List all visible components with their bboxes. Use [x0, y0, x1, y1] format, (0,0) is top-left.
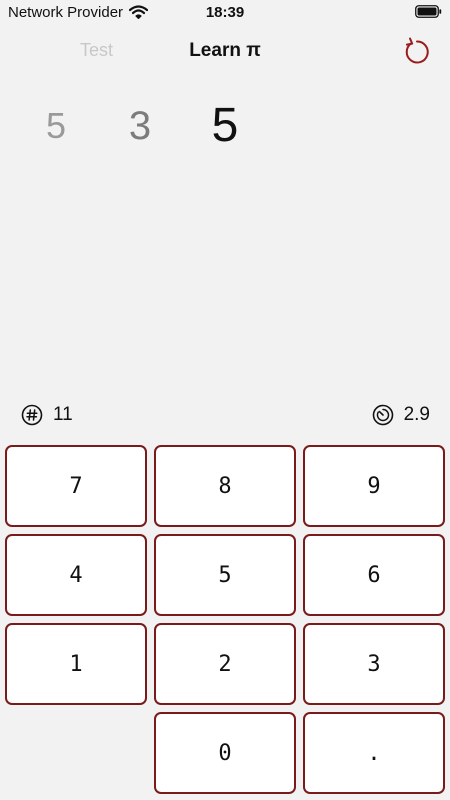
digits-display: 5 3 5: [0, 98, 450, 158]
app-screen: Network Provider 18:39 Test Learn π 5 3 …: [0, 0, 450, 800]
key-6[interactable]: 6: [303, 534, 445, 616]
current-digit: 5: [211, 99, 239, 152]
timer-icon: [372, 404, 393, 426]
key-4[interactable]: 4: [5, 534, 147, 616]
navigation-bar: Test Learn π: [0, 30, 450, 74]
elapsed-time: 2.9: [372, 402, 430, 428]
digit-count-value: 11: [53, 404, 73, 425]
key-7[interactable]: 7: [5, 445, 147, 527]
key-decimal-point[interactable]: .: [303, 712, 445, 794]
previous-digit-2: 5: [45, 105, 67, 146]
key-3[interactable]: 3: [303, 623, 445, 705]
status-time: 18:39: [205, 4, 245, 21]
number-sign-circle-icon: [21, 404, 43, 426]
digit-count: 11: [21, 402, 73, 428]
status-bar: Network Provider 18:39: [0, 0, 450, 26]
reset-icon[interactable]: [402, 36, 432, 66]
key-1[interactable]: 1: [5, 623, 147, 705]
key-8[interactable]: 8: [154, 445, 296, 527]
key-5[interactable]: 5: [154, 534, 296, 616]
key-2[interactable]: 2: [154, 623, 296, 705]
page-title: Learn π: [189, 40, 261, 61]
key-9[interactable]: 9: [303, 445, 445, 527]
previous-digit-1: 3: [128, 104, 152, 148]
key-0[interactable]: 0: [154, 712, 296, 794]
battery-icon: [415, 5, 442, 18]
elapsed-time-value: 2.9: [403, 404, 430, 425]
